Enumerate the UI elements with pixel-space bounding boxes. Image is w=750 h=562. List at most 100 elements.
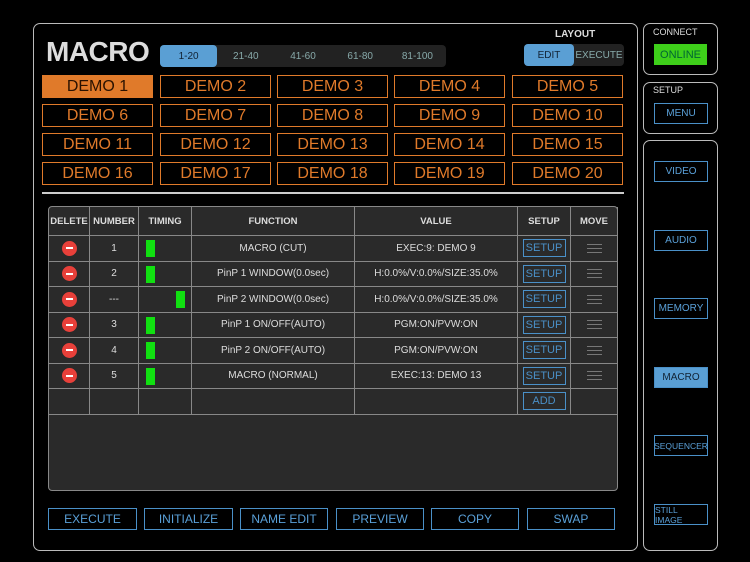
delete-icon[interactable] (62, 292, 77, 307)
macro-button[interactable]: DEMO 9 (394, 104, 505, 127)
macro-button[interactable]: DEMO 3 (277, 75, 388, 98)
preview-button[interactable]: PREVIEW (336, 508, 424, 530)
macro-button[interactable]: DEMO 4 (394, 75, 505, 98)
table-cell (49, 236, 90, 262)
delete-icon[interactable] (62, 241, 77, 256)
drag-handle-icon[interactable] (587, 371, 602, 380)
value-text: H:0.0%/V:0.0%/SIZE:35.0% (374, 268, 498, 279)
macro-button[interactable]: DEMO 1 (42, 75, 153, 98)
nav-video[interactable]: VIDEO (654, 161, 708, 182)
macro-button[interactable]: DEMO 20 (512, 162, 623, 185)
table-cell: SETUP (518, 262, 571, 288)
setup-button[interactable]: SETUP (523, 316, 566, 334)
nav-audio[interactable]: AUDIO (654, 230, 708, 251)
macro-button[interactable]: DEMO 6 (42, 104, 153, 127)
table-cell (139, 313, 192, 339)
table-cell (49, 364, 90, 390)
column-header-function: FUNCTION (192, 207, 355, 236)
empty-cell (355, 389, 518, 415)
macro-button[interactable]: DEMO 19 (394, 162, 505, 185)
column-header-move: MOVE (571, 207, 618, 236)
macro-button[interactable]: DEMO 17 (160, 162, 271, 185)
table-cell: 5 (90, 364, 139, 390)
delete-icon[interactable] (62, 343, 77, 358)
setup-button[interactable]: SETUP (523, 265, 566, 283)
setup-button[interactable]: SETUP (523, 290, 566, 308)
nav-macro[interactable]: MACRO (654, 367, 708, 388)
name-edit-button[interactable]: NAME EDIT (240, 508, 328, 530)
delete-icon[interactable] (62, 266, 77, 281)
table-cell: SETUP (518, 313, 571, 339)
execute-button[interactable]: EXECUTE (48, 508, 137, 530)
macro-button[interactable]: DEMO 10 (512, 104, 623, 127)
table-cell (49, 262, 90, 288)
setup-button[interactable]: SETUP (523, 341, 566, 359)
page-tab-1-20[interactable]: 1-20 (160, 45, 217, 67)
table-cell: 3 (90, 313, 139, 339)
macro-button[interactable]: DEMO 12 (160, 133, 271, 156)
copy-button[interactable]: COPY (431, 508, 519, 530)
drag-handle-icon[interactable] (587, 320, 602, 329)
table-cell: 2 (90, 262, 139, 288)
delete-icon[interactable] (62, 368, 77, 383)
page-tab-21-40[interactable]: 21-40 (217, 45, 274, 67)
timing-marker[interactable] (146, 368, 155, 385)
setup-button[interactable]: SETUP (523, 367, 566, 385)
menu-button[interactable]: MENU (654, 103, 708, 124)
table-cell: SETUP (518, 287, 571, 313)
layout-edit-button[interactable]: EDIT (524, 44, 574, 66)
setup-button[interactable]: SETUP (523, 239, 566, 257)
table-cell: 4 (90, 338, 139, 364)
timing-marker[interactable] (176, 291, 185, 308)
table-cell (49, 287, 90, 313)
table-cell: EXEC:9: DEMO 9 (355, 236, 518, 262)
macro-button[interactable]: DEMO 18 (277, 162, 388, 185)
table-cell (139, 287, 192, 313)
online-status-button[interactable]: ONLINE (654, 44, 707, 65)
column-header-delete: DELETE (49, 207, 90, 236)
macro-button[interactable]: DEMO 7 (160, 104, 271, 127)
swap-button[interactable]: SWAP (527, 508, 615, 530)
page-tab-41-60[interactable]: 41-60 (274, 45, 331, 67)
drag-handle-icon[interactable] (587, 244, 602, 253)
macro-button[interactable]: DEMO 8 (277, 104, 388, 127)
table-cell: PinP 2 WINDOW(0.0sec) (192, 287, 355, 313)
nav-still-image[interactable]: STILL IMAGE (654, 504, 708, 525)
table-cell: H:0.0%/V:0.0%/SIZE:35.0% (355, 287, 518, 313)
layout-execute-button[interactable]: EXECUTE (574, 44, 624, 66)
timing-marker[interactable] (146, 266, 155, 283)
timing-marker[interactable] (146, 317, 155, 334)
function-text: MACRO (CUT) (239, 243, 306, 254)
table-cell (139, 236, 192, 262)
page-tab-61-80[interactable]: 61-80 (332, 45, 389, 67)
function-text: PinP 1 ON/OFF(AUTO) (221, 319, 325, 330)
table-cell: H:0.0%/V:0.0%/SIZE:35.0% (355, 262, 518, 288)
timing-marker[interactable] (146, 342, 155, 359)
table-cell (139, 338, 192, 364)
macro-button[interactable]: DEMO 2 (160, 75, 271, 98)
macro-button[interactable]: DEMO 13 (277, 133, 388, 156)
table-cell: EXEC:13: DEMO 13 (355, 364, 518, 390)
macro-button[interactable]: DEMO 11 (42, 133, 153, 156)
table-cell (49, 313, 90, 339)
timing-marker[interactable] (146, 240, 155, 257)
drag-handle-icon[interactable] (587, 295, 602, 304)
table-cell: PinP 1 ON/OFF(AUTO) (192, 313, 355, 339)
table-cell (571, 287, 618, 313)
divider (42, 192, 624, 194)
add-button[interactable]: ADD (523, 392, 566, 410)
drag-handle-icon[interactable] (587, 346, 602, 355)
page-tab-81-100[interactable]: 81-100 (389, 45, 446, 67)
nav-memory[interactable]: MEMORY (654, 298, 708, 319)
table-cell (571, 338, 618, 364)
delete-icon[interactable] (62, 317, 77, 332)
macro-button[interactable]: DEMO 14 (394, 133, 505, 156)
macro-button[interactable]: DEMO 5 (512, 75, 623, 98)
nav-panel (643, 140, 718, 551)
macro-button[interactable]: DEMO 15 (512, 133, 623, 156)
table-cell (571, 364, 618, 390)
nav-sequencer[interactable]: SEQUENCER (654, 435, 708, 456)
macro-button[interactable]: DEMO 16 (42, 162, 153, 185)
drag-handle-icon[interactable] (587, 269, 602, 278)
initialize-button[interactable]: INITIALIZE (144, 508, 233, 530)
